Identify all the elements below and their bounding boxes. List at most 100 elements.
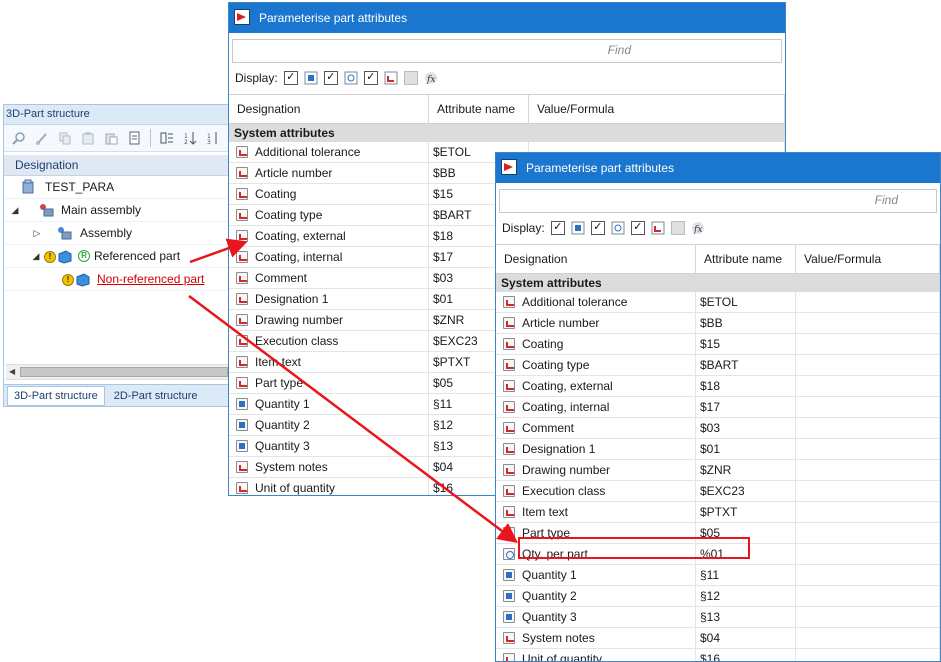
designation-cell[interactable]: Quantity 2 <box>496 586 696 606</box>
table-row[interactable]: Additional tolerance $ETOL <box>496 292 940 313</box>
table-row[interactable]: Item text $PTXT <box>496 502 940 523</box>
designation-cell[interactable]: Coating type <box>229 205 429 225</box>
attribute-name-cell[interactable]: $BART <box>696 355 796 375</box>
show-all-checkbox[interactable] <box>670 221 685 235</box>
designation-cell[interactable]: Coating, internal <box>229 247 429 267</box>
designation-cell[interactable]: Designation 1 <box>496 439 696 459</box>
designation-cell[interactable]: Coating, external <box>496 376 696 396</box>
value-formula-cell[interactable] <box>796 481 940 501</box>
designation-cell[interactable]: Coating <box>229 184 429 204</box>
tab-2d-part-structure[interactable]: 2D-Part structure <box>108 387 204 405</box>
horizontal-scrollbar[interactable]: ◀ <box>6 364 228 380</box>
table-row[interactable]: Coating, external $18 <box>496 376 940 397</box>
table-row[interactable]: Quantity 3 §13 <box>496 607 940 628</box>
designation-cell[interactable]: Item text <box>229 352 429 372</box>
column-designation[interactable]: Designation <box>496 245 696 273</box>
sort-numeric-icon[interactable]: 12 <box>181 129 199 147</box>
column-designation[interactable]: Designation <box>229 95 429 123</box>
value-formula-cell[interactable] <box>796 544 940 564</box>
attribute-name-cell[interactable]: §13 <box>696 607 796 627</box>
designation-cell[interactable]: Coating, external <box>229 226 429 246</box>
attribute-name-cell[interactable]: $ZNR <box>696 460 796 480</box>
tree-item-non-referenced-part[interactable]: ! Non-referenced part <box>4 268 228 291</box>
function-icon[interactable]: fx <box>424 71 438 85</box>
value-formula-cell[interactable] <box>796 565 940 585</box>
attribute-name-cell[interactable]: $03 <box>696 418 796 438</box>
collapse-arrow-icon[interactable]: ◢ <box>31 245 41 267</box>
table-row[interactable]: Quantity 2 §12 <box>496 586 940 607</box>
value-formula-cell[interactable] <box>796 586 940 606</box>
paste-icon[interactable] <box>102 129 120 147</box>
copy-icon[interactable] <box>56 129 74 147</box>
table-row[interactable]: Coating, internal $17 <box>496 397 940 418</box>
find-input[interactable]: Find <box>232 39 782 63</box>
designation-cell[interactable]: Execution class <box>229 331 429 351</box>
attribute-name-cell[interactable]: $17 <box>696 397 796 417</box>
tree-item-test-para[interactable]: TEST_PARA <box>4 176 228 199</box>
value-formula-cell[interactable] <box>796 355 940 375</box>
table-row[interactable]: Unit of quantity $16 <box>496 649 940 661</box>
designation-cell[interactable]: Execution class <box>496 481 696 501</box>
designation-cell[interactable]: Quantity 2 <box>229 415 429 435</box>
function-icon[interactable]: fx <box>691 221 705 235</box>
attribute-name-cell[interactable]: $16 <box>696 649 796 661</box>
sort-icon[interactable]: 13 <box>204 129 222 147</box>
designation-cell[interactable]: Quantity 3 <box>496 607 696 627</box>
brush-icon[interactable] <box>33 129 51 147</box>
show-text-checkbox[interactable]: ✓ <box>363 71 378 85</box>
show-all-checkbox[interactable] <box>403 71 418 85</box>
value-formula-cell[interactable] <box>796 628 940 648</box>
value-formula-cell[interactable] <box>796 334 940 354</box>
designation-cell[interactable]: Comment <box>496 418 696 438</box>
designation-cell[interactable]: Quantity 1 <box>496 565 696 585</box>
table-row[interactable]: Drawing number $ZNR <box>496 460 940 481</box>
scrollbar-thumb[interactable] <box>20 367 228 377</box>
group-system-attributes[interactable]: System attributes <box>496 274 940 292</box>
column-attribute-name[interactable]: Attribute name <box>429 95 529 123</box>
value-formula-cell[interactable] <box>796 502 940 522</box>
attribute-name-cell[interactable]: $01 <box>696 439 796 459</box>
attribute-name-cell[interactable]: $BB <box>696 313 796 333</box>
show-formula-checkbox[interactable]: ✓ <box>323 71 338 85</box>
value-formula-cell[interactable] <box>796 649 940 661</box>
designation-cell[interactable]: Quantity 3 <box>229 436 429 456</box>
list-columns-icon[interactable] <box>158 129 176 147</box>
group-system-attributes[interactable]: System attributes <box>229 124 785 142</box>
collapse-arrow-icon[interactable]: ◢ <box>10 199 20 221</box>
value-formula-cell[interactable] <box>796 292 940 312</box>
attribute-name-cell[interactable]: $ETOL <box>696 292 796 312</box>
designation-cell[interactable]: Unit of quantity <box>229 478 429 495</box>
value-formula-cell[interactable] <box>796 439 940 459</box>
designation-cell[interactable]: Quantity 1 <box>229 394 429 414</box>
show-numeric-checkbox[interactable]: ✓ <box>283 71 298 85</box>
designation-cell[interactable]: Article number <box>229 163 429 183</box>
designation-cell[interactable]: Unit of quantity <box>496 649 696 661</box>
clipboard-icon[interactable] <box>79 129 97 147</box>
column-attribute-name[interactable]: Attribute name <box>696 245 796 273</box>
designation-cell[interactable]: Part type <box>229 373 429 393</box>
value-formula-cell[interactable] <box>796 376 940 396</box>
value-formula-cell[interactable] <box>796 418 940 438</box>
tree-item-main-assembly[interactable]: ◢ Main assembly <box>4 199 228 222</box>
show-text-checkbox[interactable]: ✓ <box>630 221 645 235</box>
column-value-formula[interactable]: Value/Formula <box>796 245 940 273</box>
designation-cell[interactable]: Drawing number <box>496 460 696 480</box>
tree-column-header[interactable]: Designation <box>4 155 228 176</box>
designation-cell[interactable]: Drawing number <box>229 310 429 330</box>
show-formula-checkbox[interactable]: ✓ <box>590 221 605 235</box>
value-formula-cell[interactable] <box>796 607 940 627</box>
tree-item-referenced-part[interactable]: ◢ ! R Referenced part <box>4 245 228 268</box>
designation-cell[interactable]: Coating <box>496 334 696 354</box>
attribute-name-cell[interactable]: §12 <box>696 586 796 606</box>
table-row[interactable]: Designation 1 $01 <box>496 439 940 460</box>
value-formula-cell[interactable] <box>796 460 940 480</box>
table-row[interactable]: Quantity 1 §11 <box>496 565 940 586</box>
attribute-name-cell[interactable]: $04 <box>696 628 796 648</box>
value-formula-cell[interactable] <box>796 523 940 543</box>
tree-item-assembly[interactable]: ▷ Assembly <box>4 222 228 245</box>
attribute-name-cell[interactable]: $EXC23 <box>696 481 796 501</box>
attribute-name-cell[interactable]: §11 <box>696 565 796 585</box>
dialog-title-bar[interactable]: Parameterise part attributes <box>496 153 940 183</box>
designation-cell[interactable]: Additional tolerance <box>496 292 696 312</box>
tab-3d-part-structure[interactable]: 3D-Part structure <box>7 386 105 406</box>
